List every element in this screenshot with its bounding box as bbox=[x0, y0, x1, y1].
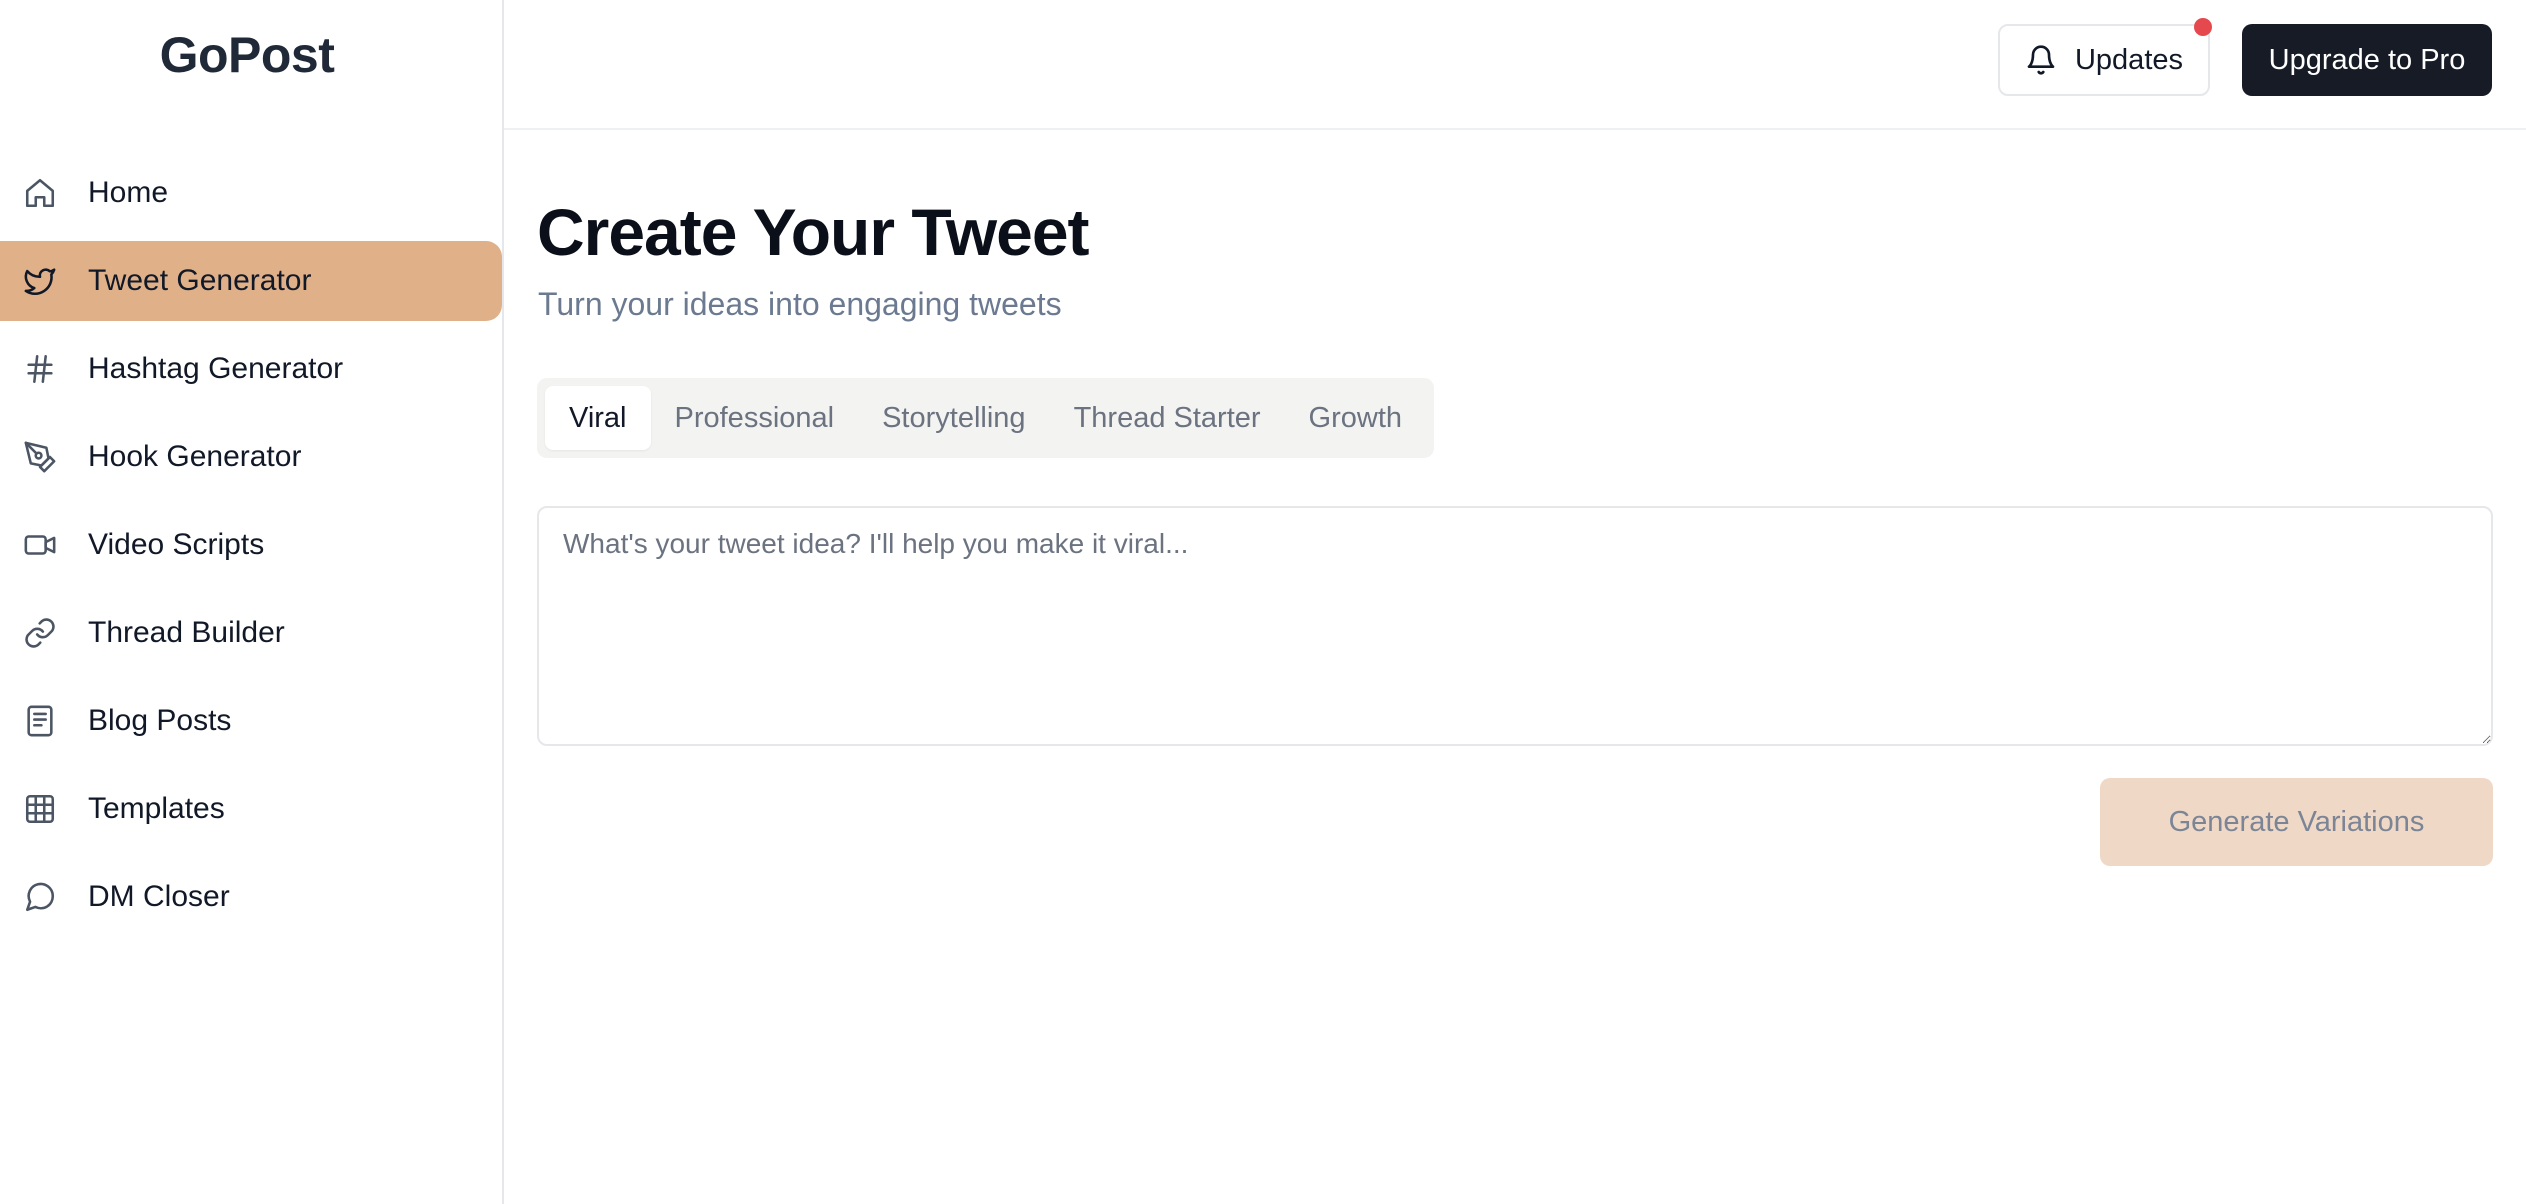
page-subtitle: Turn your ideas into engaging tweets bbox=[538, 286, 1062, 322]
sidebar-item-label: Home bbox=[88, 176, 169, 209]
home-icon bbox=[22, 175, 58, 211]
sidebar-item-label: DM Closer bbox=[88, 880, 230, 913]
tweet-idea-input[interactable] bbox=[537, 506, 2493, 746]
notification-dot bbox=[2194, 18, 2212, 36]
sidebar-item-home[interactable]: Home bbox=[0, 153, 502, 233]
sidebar-item-tweet-generator[interactable]: Tweet Generator bbox=[0, 241, 502, 321]
sidebar-item-label: Templates bbox=[88, 792, 225, 825]
generate-variations-button[interactable]: Generate Variations bbox=[2100, 778, 2493, 866]
link-icon bbox=[22, 615, 58, 651]
updates-label: Updates bbox=[2074, 43, 2183, 76]
grid-icon bbox=[22, 791, 58, 827]
tab-thread-starter[interactable]: Thread Starter bbox=[1050, 386, 1285, 450]
bell-icon bbox=[2027, 45, 2055, 75]
page-title: Create Your Tweet bbox=[537, 195, 1090, 269]
app-logo: GoPost bbox=[159, 27, 335, 83]
tab-storytelling[interactable]: Storytelling bbox=[858, 386, 1049, 450]
sidebar: GoPost Home Tweet Generator Hashtag Gene… bbox=[0, 0, 504, 1204]
main-content: Create Your Tweet Turn your ideas into e… bbox=[504, 132, 2526, 1204]
sidebar-nav: Home Tweet Generator Hashtag Generator H… bbox=[0, 153, 502, 945]
sidebar-item-label: Thread Builder bbox=[88, 616, 285, 649]
twitter-bird-icon bbox=[22, 263, 58, 299]
sidebar-item-hook-generator[interactable]: Hook Generator bbox=[0, 417, 502, 497]
upgrade-to-pro-button[interactable]: Upgrade to Pro bbox=[2242, 24, 2492, 96]
sidebar-item-label: Video Scripts bbox=[88, 528, 265, 561]
sidebar-item-label: Tweet Generator bbox=[88, 264, 312, 297]
sidebar-item-video-scripts[interactable]: Video Scripts bbox=[0, 505, 502, 585]
app-root: GoPost Home Tweet Generator Hashtag Gene… bbox=[0, 0, 2526, 1204]
sidebar-item-label: Blog Posts bbox=[88, 704, 232, 737]
tab-growth[interactable]: Growth bbox=[1285, 386, 1426, 450]
tab-viral[interactable]: Viral bbox=[545, 386, 651, 450]
tab-professional[interactable]: Professional bbox=[651, 386, 859, 450]
tweet-style-tabs: Viral Professional Storytelling Thread S… bbox=[537, 378, 1435, 458]
sidebar-item-blog-posts[interactable]: Blog Posts bbox=[0, 681, 502, 761]
sidebar-item-templates[interactable]: Templates bbox=[0, 769, 502, 849]
sidebar-item-thread-builder[interactable]: Thread Builder bbox=[0, 593, 502, 673]
document-icon bbox=[22, 703, 58, 739]
hash-icon bbox=[22, 351, 58, 387]
sidebar-item-hashtag-generator[interactable]: Hashtag Generator bbox=[0, 329, 502, 409]
pen-tool-icon bbox=[22, 439, 58, 475]
message-circle-icon bbox=[22, 879, 58, 915]
video-icon bbox=[22, 527, 58, 563]
top-header: Updates Upgrade to Pro bbox=[504, 0, 2526, 130]
sidebar-item-dm-closer[interactable]: DM Closer bbox=[0, 857, 502, 937]
sidebar-item-label: Hashtag Generator bbox=[88, 352, 344, 385]
updates-button[interactable]: Updates bbox=[1998, 18, 2212, 96]
sidebar-item-label: Hook Generator bbox=[88, 440, 302, 473]
